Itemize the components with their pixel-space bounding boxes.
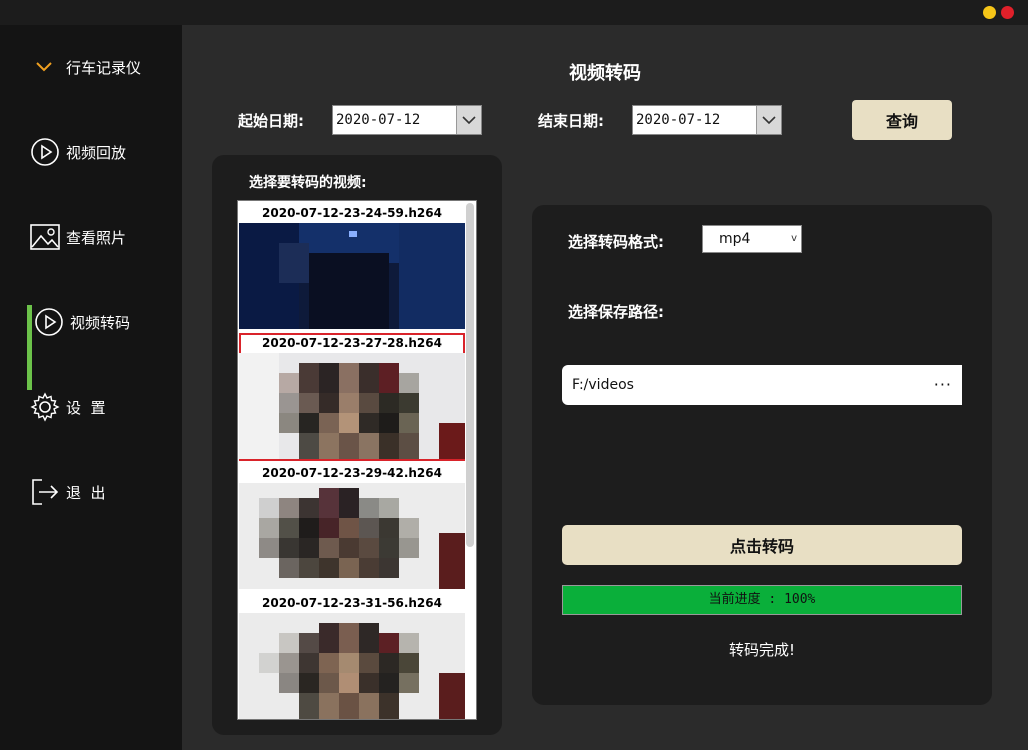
page-title: 视频转码 bbox=[569, 63, 641, 84]
chevron-down-icon[interactable] bbox=[456, 106, 481, 134]
sidebar-item-settings[interactable]: 设 置 bbox=[0, 377, 182, 437]
video-filename: 2020-07-12-23-31-56.h264 bbox=[262, 596, 442, 610]
video-list-item[interactable]: 2020-07-12-23-27-28.h264 bbox=[239, 333, 465, 461]
video-list[interactable]: 2020-07-12-23-24-59.h264 2020-07-12-23-2… bbox=[237, 200, 477, 720]
chevron-down-icon[interactable] bbox=[756, 106, 781, 134]
video-list-panel: 选择要转码的视频: 2020-07-12-23-24-59.h264 2020-… bbox=[212, 155, 502, 735]
query-button[interactable]: 查询 bbox=[852, 100, 952, 140]
video-thumbnail bbox=[239, 613, 465, 719]
transcode-settings-panel: 选择转码格式: mp4 v 选择保存路径: F:/videos ··· 点击转码… bbox=[532, 205, 992, 705]
exit-icon bbox=[30, 477, 60, 507]
sidebar-item-exit[interactable]: 退 出 bbox=[0, 462, 182, 522]
video-thumbnail bbox=[239, 483, 465, 589]
main-panel: 视频转码 起始日期: 2020-07-12 结束日期: 2020-07-12 查… bbox=[182, 25, 1028, 750]
video-list-item[interactable]: 2020-07-12-23-24-59.h264 bbox=[239, 203, 465, 331]
start-date-picker[interactable]: 2020-07-12 bbox=[332, 105, 482, 135]
sidebar-header-label: 行车记录仪 bbox=[66, 58, 142, 77]
progress-bar: 当前进度 : 100% bbox=[562, 585, 962, 615]
gear-icon bbox=[30, 392, 60, 422]
format-label: 选择转码格式: bbox=[568, 233, 664, 251]
status-text: 转码完成! bbox=[728, 641, 795, 659]
start-date-value: 2020-07-12 bbox=[336, 112, 421, 128]
video-list-title: 选择要转码的视频: bbox=[249, 175, 367, 191]
transcode-button[interactable]: 点击转码 bbox=[562, 525, 962, 565]
sidebar-item-label: 退 出 bbox=[66, 483, 106, 502]
end-date-value: 2020-07-12 bbox=[636, 112, 721, 128]
image-icon bbox=[30, 222, 60, 252]
video-filename: 2020-07-12-23-29-42.h264 bbox=[262, 466, 442, 480]
chevron-down-icon: v bbox=[791, 233, 797, 244]
format-select[interactable]: mp4 v bbox=[702, 225, 802, 253]
video-filename: 2020-07-12-23-27-28.h264 bbox=[262, 336, 442, 350]
video-list-scrollbar[interactable] bbox=[466, 203, 474, 547]
save-path-label: 选择保存路径: bbox=[568, 303, 664, 321]
save-path-value: F:/videos bbox=[572, 377, 634, 393]
video-filename: 2020-07-12-23-24-59.h264 bbox=[262, 206, 442, 220]
format-value: mp4 bbox=[719, 231, 751, 247]
browse-button[interactable]: ··· bbox=[934, 365, 952, 405]
video-thumbnail bbox=[239, 223, 465, 329]
sidebar-item-playback[interactable]: 视频回放 bbox=[0, 122, 182, 182]
sidebar-header-dashcam[interactable]: 行车记录仪 bbox=[0, 37, 182, 97]
end-date-label: 结束日期: bbox=[538, 112, 604, 130]
end-date-picker[interactable]: 2020-07-12 bbox=[632, 105, 782, 135]
save-path-input[interactable]: F:/videos ··· bbox=[562, 365, 962, 405]
chevron-down-icon bbox=[32, 52, 56, 82]
video-thumbnail bbox=[239, 353, 465, 459]
play-circle-icon bbox=[30, 137, 60, 167]
play-circle-icon bbox=[34, 307, 64, 337]
sidebar-item-label: 视频回放 bbox=[66, 143, 127, 162]
sidebar: 行车记录仪 视频回放 查看照片 视频转码 设 置 退 出 bbox=[0, 25, 182, 750]
sidebar-item-transcode[interactable]: 视频转码 bbox=[0, 292, 182, 352]
sidebar-item-label: 视频转码 bbox=[70, 313, 131, 332]
start-date-label: 起始日期: bbox=[238, 112, 304, 130]
video-list-item[interactable]: 2020-07-12-23-31-56.h264 bbox=[239, 593, 465, 719]
minimize-button[interactable] bbox=[983, 6, 996, 19]
video-list-item[interactable]: 2020-07-12-23-29-42.h264 bbox=[239, 463, 465, 591]
sidebar-item-label: 查看照片 bbox=[66, 228, 127, 247]
progress-text: 当前进度 : 100% bbox=[708, 592, 816, 607]
sidebar-item-photos[interactable]: 查看照片 bbox=[0, 207, 182, 267]
title-bar bbox=[0, 0, 1028, 25]
close-button[interactable] bbox=[1001, 6, 1014, 19]
sidebar-item-label: 设 置 bbox=[66, 398, 106, 417]
